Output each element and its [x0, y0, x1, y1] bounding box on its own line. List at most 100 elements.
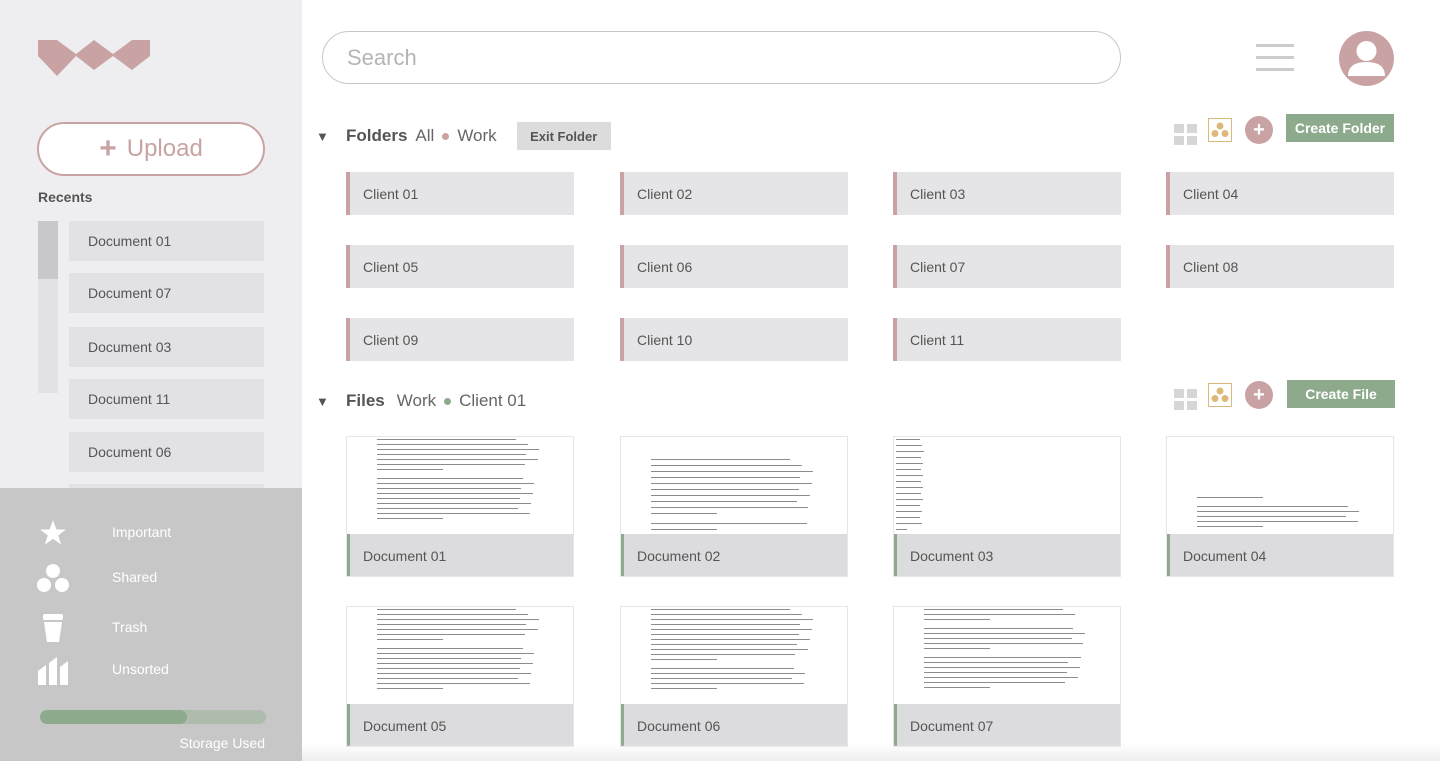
plus-icon: + — [99, 132, 117, 165]
nav-label: Shared — [112, 569, 158, 585]
folder-card[interactable]: Client 04 — [1166, 172, 1394, 215]
storage-label: Storage Used — [179, 735, 265, 751]
breadcrumb-separator — [442, 132, 450, 140]
create-folder-button[interactable]: Create Folder — [1286, 114, 1394, 142]
folder-card[interactable]: Client 09 — [346, 318, 574, 361]
user-icon — [1348, 41, 1385, 76]
file-card[interactable]: Document 06 — [620, 606, 848, 747]
file-label: Document 06 — [621, 704, 847, 746]
nav-unsorted[interactable]: Unsorted — [0, 653, 302, 689]
breadcrumb-item[interactable]: Work — [397, 391, 436, 411]
collapse-caret-icon[interactable]: ▼ — [316, 394, 346, 409]
folder-card[interactable]: Client 03 — [893, 172, 1121, 215]
file-card[interactable]: Document 07 — [893, 606, 1121, 747]
add-folder-icon[interactable]: + — [1245, 116, 1273, 144]
recents-scrollbar[interactable] — [38, 221, 58, 393]
recent-item[interactable]: Document 01 — [69, 221, 264, 261]
preview-text-line — [651, 678, 793, 679]
preview-text-line — [924, 614, 1075, 615]
sidebar-nav-panel: Important Shared Trash Unsorted Storage … — [0, 488, 302, 761]
preview-text-line — [896, 487, 923, 488]
file-label: Document 02 — [621, 534, 847, 576]
preview-text-line — [896, 451, 924, 452]
folder-card[interactable]: Client 07 — [893, 245, 1121, 288]
exit-folder-button[interactable]: Exit Folder — [516, 122, 611, 150]
nav-trash[interactable]: Trash — [0, 611, 302, 647]
preview-text-line — [651, 459, 791, 460]
upload-button[interactable]: + Upload — [37, 122, 265, 176]
preview-text-line — [377, 688, 443, 689]
folder-card[interactable]: Client 10 — [620, 318, 848, 361]
breadcrumb-separator — [444, 397, 452, 405]
preview-text-line — [651, 501, 797, 502]
shared-filter-icon[interactable] — [1208, 383, 1232, 407]
upload-label: Upload — [126, 135, 203, 162]
folder-card[interactable]: Client 01 — [346, 172, 574, 215]
preview-text-line — [377, 629, 538, 630]
nav-important[interactable]: Important — [0, 516, 302, 552]
preview-text-line — [651, 644, 797, 645]
preview-text-line — [377, 459, 538, 460]
preview-text-line — [377, 639, 443, 640]
recents-scrollbar-thumb[interactable] — [38, 221, 58, 279]
recent-item[interactable]: Document 06 — [69, 432, 264, 472]
preview-text-line — [651, 477, 801, 478]
files-header: ▼ Files Work Client 01 — [316, 388, 526, 414]
document-preview — [894, 607, 1120, 704]
file-card[interactable]: Document 01 — [346, 436, 574, 577]
breadcrumb-item[interactable]: Client 01 — [459, 391, 526, 411]
collapse-caret-icon[interactable]: ▼ — [316, 129, 346, 144]
grid-view-icon[interactable] — [1174, 124, 1198, 146]
preview-text-line — [651, 609, 791, 610]
preview-text-line — [651, 668, 794, 669]
folder-card[interactable]: Client 11 — [893, 318, 1121, 361]
add-file-icon[interactable]: + — [1245, 381, 1273, 409]
breadcrumb-item[interactable]: Work — [457, 126, 496, 146]
preview-text-line — [896, 493, 921, 494]
hamburger-menu-icon[interactable] — [1256, 44, 1294, 72]
folder-card[interactable]: Client 06 — [620, 245, 848, 288]
preview-text-line — [924, 672, 1067, 673]
preview-text-line — [377, 609, 517, 610]
breadcrumb-item[interactable]: All — [415, 126, 434, 146]
folder-card[interactable]: Client 02 — [620, 172, 848, 215]
file-label: Document 01 — [347, 534, 573, 576]
user-avatar[interactable] — [1339, 31, 1394, 86]
preview-text-line — [377, 658, 522, 659]
grid-view-icon[interactable] — [1174, 389, 1198, 411]
preview-text-line — [924, 633, 1085, 634]
recent-item[interactable]: Document 11 — [69, 379, 264, 419]
file-card[interactable]: Document 05 — [346, 606, 574, 747]
preview-text-line — [924, 662, 1069, 663]
search-input[interactable] — [322, 31, 1121, 84]
preview-text-line — [1197, 506, 1348, 507]
document-preview — [347, 437, 573, 534]
folder-card[interactable]: Client 05 — [346, 245, 574, 288]
file-card[interactable]: Document 02 — [620, 436, 848, 577]
nav-shared[interactable]: Shared — [0, 561, 302, 597]
page-bottom-edge — [302, 743, 1440, 761]
file-card[interactable]: Document 04 — [1166, 436, 1394, 577]
recent-item[interactable]: Document 07 — [69, 273, 264, 313]
preview-text-line — [377, 678, 519, 679]
preview-text-line — [651, 513, 717, 514]
preview-text-line — [924, 687, 990, 688]
preview-text-line — [377, 668, 520, 669]
create-file-button[interactable]: Create File — [1287, 380, 1395, 408]
file-card[interactable]: Document 03 — [893, 436, 1121, 577]
preview-text-line — [924, 643, 1084, 644]
preview-text-line — [651, 634, 799, 635]
preview-text-line — [651, 471, 814, 472]
preview-text-line — [924, 628, 1074, 629]
preview-text-line — [651, 649, 809, 650]
preview-text-line — [377, 469, 443, 470]
preview-text-line — [377, 634, 525, 635]
preview-text-line — [1197, 511, 1360, 512]
preview-text-line — [651, 489, 799, 490]
preview-text-line — [377, 493, 533, 494]
nav-label: Important — [112, 524, 172, 540]
preview-text-line — [924, 677, 1079, 678]
folder-card[interactable]: Client 08 — [1166, 245, 1394, 288]
recent-item[interactable]: Document 03 — [69, 327, 264, 367]
shared-filter-icon[interactable] — [1208, 118, 1232, 142]
